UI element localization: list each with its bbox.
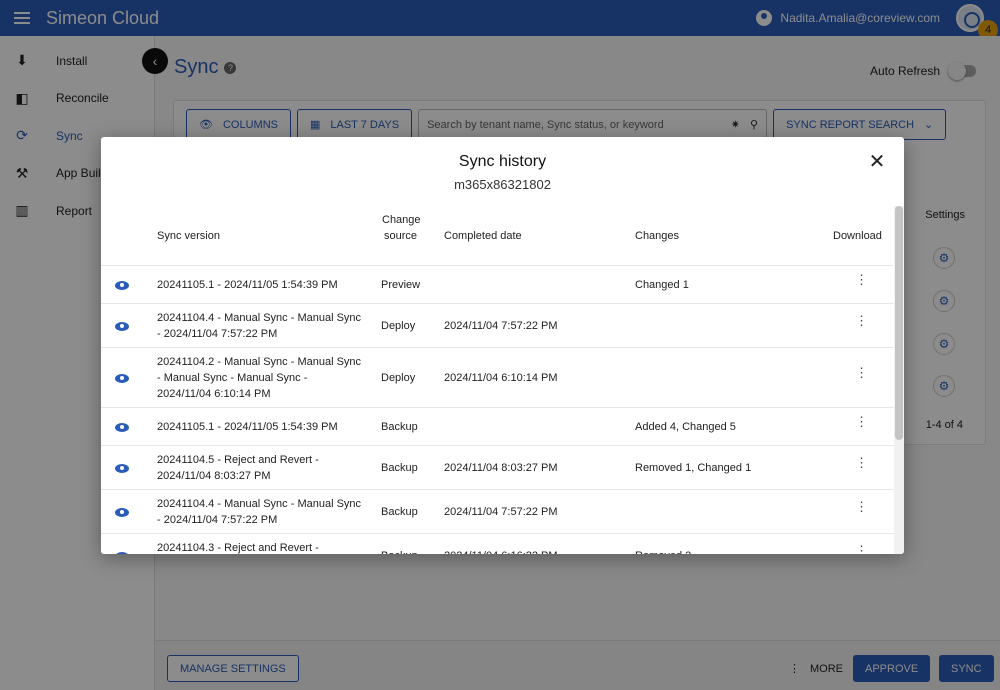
completed-date-cell: 2024/11/04 7:57:22 PM: [444, 506, 558, 518]
completed-date-cell: 2024/11/04 6:10:14 PM: [444, 372, 558, 384]
sync-version-cell: 20241104.3 - Reject and Revert -2024/11/…: [157, 540, 319, 554]
sync-version-line: 20241104.4 - Manual Sync - Manual Sync: [157, 498, 362, 510]
sync-version-line: - 2024/11/04 7:57:22 PM: [157, 514, 278, 526]
column-header-completed: Completed date: [444, 230, 522, 242]
dialog-scrollbar[interactable]: [894, 206, 904, 554]
table-row: 20241104.3 - Reject and Revert - 2024/11/…: [101, 534, 894, 554]
more-vert-icon[interactable]: ⋮: [855, 500, 868, 513]
more-vert-icon[interactable]: ⋮: [855, 273, 868, 286]
changes-cell: Removed 1, Changed 1: [635, 462, 752, 474]
dialog-header: Sync history m365x86321802: [101, 137, 904, 206]
more-vert-icon[interactable]: ⋮: [855, 314, 868, 327]
dialog-subtitle: m365x86321802: [454, 177, 551, 192]
sync-version-line: 2024/11/04 6:10:14 PM: [157, 388, 271, 400]
column-header-changes: Changes: [635, 230, 680, 242]
sync-history-table: Sync version Change source Completed dat…: [101, 206, 894, 554]
sync-version-cell: 20241104.4 - Manual Sync - Manual Sync - …: [157, 496, 361, 528]
sync-version-line: - Manual Sync - Manual Sync -: [157, 372, 308, 384]
dialog-title: Sync history: [458, 153, 547, 170]
sync-version-cell: 20241104.5 - Reject and Revert - 2024/11/…: [157, 452, 319, 484]
sync-version-line: 20241105.1 - 2024/11/05 1:54:39 PM: [157, 421, 338, 433]
changes-cell: Changed 1: [635, 279, 689, 291]
column-header-version: Sync version: [157, 230, 220, 242]
sync-version-cell: 20241105.1 - 2024/11/05 1:54:39 PM: [157, 277, 338, 293]
eye-icon[interactable]: [115, 422, 129, 432]
table-row: 20241104.2 - Manual Sync - Manual Sync - …: [101, 348, 894, 408]
sync-version-line: - 2024/11/04 7:57:22 PM: [157, 328, 278, 340]
eye-icon[interactable]: [115, 321, 129, 331]
sync-version-line: 20241105.1 - 2024/11/05 1:54:39 PM: [157, 279, 338, 291]
sync-version-line: 20241104.4 - Manual Sync - Manual Sync: [157, 312, 362, 324]
sync-version-cell: 20241104.4 - Manual Sync - Manual Sync - …: [157, 310, 361, 342]
eye-icon[interactable]: [115, 551, 129, 554]
table-row: 20241104.5 - Reject and Revert - 2024/11/…: [101, 446, 894, 490]
table-row: 20241105.1 - 2024/11/05 1:54:39 PM Backup…: [101, 408, 894, 446]
sync-history-dialog: Sync history m365x86321802 ✕ Sync versio…: [101, 137, 904, 554]
sync-version-line: 20241104.3 - Reject and Revert -: [157, 542, 319, 554]
sync-version-cell: 20241104.2 - Manual Sync - Manual Sync - …: [157, 354, 361, 402]
sync-version-line: 20241104.5 - Reject and Revert -: [157, 454, 319, 466]
column-header-source-line2: source: [384, 230, 418, 242]
sync-version-line: 20241104.2 - Manual Sync - Manual Sync: [157, 356, 362, 368]
table-header: Sync version Change source Completed dat…: [101, 206, 894, 266]
table-row: 20241104.4 - Manual Sync - Manual Sync - …: [101, 304, 894, 348]
scrollbar-thumb[interactable]: [895, 206, 903, 440]
column-header-download: Download: [833, 230, 882, 242]
more-vert-icon[interactable]: ⋮: [855, 544, 868, 554]
column-header-source-line1: Change: [382, 214, 421, 226]
eye-icon[interactable]: [115, 280, 129, 290]
more-vert-icon[interactable]: ⋮: [855, 415, 868, 428]
change-source-cell: Backup: [381, 506, 418, 518]
eye-icon[interactable]: [115, 507, 129, 517]
changes-cell: Removed 2: [635, 548, 691, 554]
more-vert-icon[interactable]: ⋮: [855, 456, 868, 469]
sync-version-cell: 20241105.1 - 2024/11/05 1:54:39 PM: [157, 419, 338, 435]
sync-version-line: 2024/11/04 8:03:27 PM: [157, 470, 271, 482]
completed-date-cell: 2024/11/04 8:03:27 PM: [444, 462, 558, 474]
change-source-cell: Deploy: [381, 372, 416, 384]
table-row: 20241104.4 - Manual Sync - Manual Sync - …: [101, 490, 894, 534]
change-source-cell: Deploy: [381, 320, 416, 332]
completed-date-cell: 2024/11/04 7:57:22 PM: [444, 320, 558, 332]
table-row: 20241105.1 - 2024/11/05 1:54:39 PM Previe…: [101, 266, 894, 304]
change-source-cell: Backup: [381, 462, 418, 474]
eye-icon[interactable]: [115, 373, 129, 383]
eye-icon[interactable]: [115, 463, 129, 473]
change-source-cell: Preview: [381, 279, 421, 291]
completed-date-cell: 2024/11/04 6:16:22 PM: [444, 548, 558, 554]
close-icon[interactable]: ✕: [868, 152, 886, 172]
more-vert-icon[interactable]: ⋮: [855, 366, 868, 379]
changes-cell: Added 4, Changed 5: [635, 421, 736, 433]
change-source-cell: Backup: [381, 421, 418, 433]
change-source-cell: Backup: [381, 548, 418, 554]
